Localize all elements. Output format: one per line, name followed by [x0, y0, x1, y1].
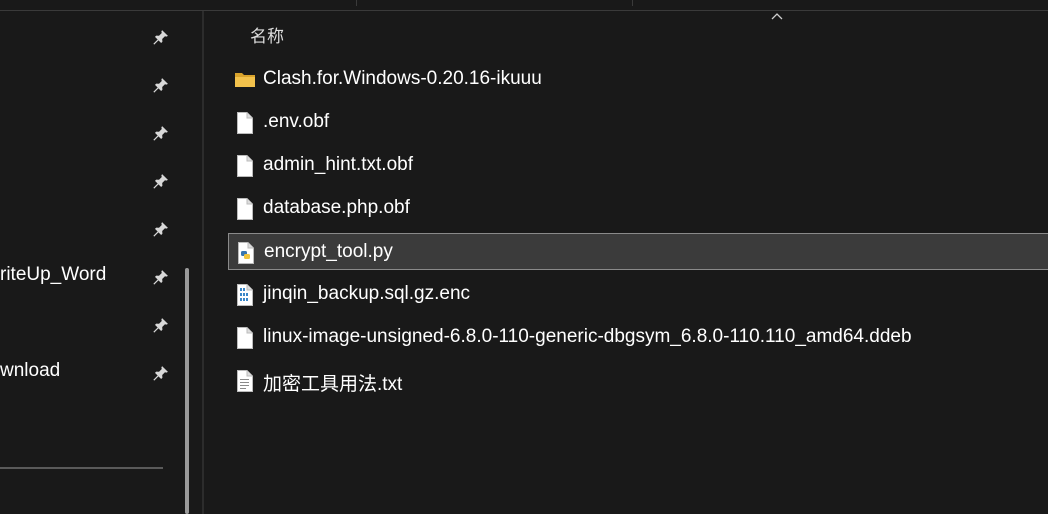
list-item[interactable]: .env.obf [228, 104, 1048, 141]
list-item[interactable]: jinqin_backup.sql.gz.enc [228, 276, 1048, 313]
file-name: jinqin_backup.sql.gz.enc [263, 283, 471, 304]
nav-item-download[interactable]: wnload [0, 352, 182, 392]
file-name: admin_hint.txt.obf [263, 154, 413, 175]
list-item-selected[interactable]: encrypt_tool.py [228, 233, 1048, 270]
nav-item-quick-access[interactable] [0, 16, 182, 56]
pin-icon[interactable] [152, 77, 169, 94]
nav-item-label: riteUp_Word [0, 264, 107, 285]
file-name: 加密工具用法.txt [263, 374, 403, 395]
file-icon [237, 112, 253, 134]
column-header-name[interactable]: 名称 [250, 22, 284, 47]
pin-icon[interactable] [152, 173, 169, 190]
list-item[interactable]: Clash.for.Windows-0.20.16-ikuuu [228, 61, 1048, 98]
nav-item-label: wnload [0, 360, 61, 381]
navigation-pane: riteUp_Word wnload [0, 11, 182, 514]
file-name: encrypt_tool.py [264, 241, 393, 262]
column-divider [632, 0, 633, 6]
pin-icon[interactable] [152, 221, 169, 238]
nav-scrollbar[interactable] [185, 268, 189, 514]
sort-ascending-icon[interactable] [770, 11, 784, 21]
pin-icon[interactable] [152, 125, 169, 142]
nav-divider [0, 467, 163, 469]
list-item[interactable]: database.php.obf [228, 190, 1048, 227]
nav-item-quick-access[interactable] [0, 304, 182, 344]
nav-item-quick-access[interactable] [0, 208, 182, 248]
file-name: .env.obf [263, 111, 330, 132]
title-bar-edge [0, 0, 1048, 11]
nav-item-quick-access[interactable] [0, 112, 182, 152]
pin-icon[interactable] [152, 269, 169, 286]
list-item[interactable]: 加密工具用法.txt [228, 362, 1048, 399]
text-file-icon [237, 370, 253, 392]
pin-icon[interactable] [152, 29, 169, 46]
nav-item-writeup-word[interactable]: riteUp_Word [0, 256, 182, 296]
pane-splitter[interactable] [202, 11, 204, 514]
folder-icon [235, 73, 255, 87]
file-icon [237, 155, 253, 177]
file-icon [237, 327, 253, 349]
python-file-icon [238, 242, 254, 264]
file-name: database.php.obf [263, 197, 410, 218]
pin-icon[interactable] [152, 365, 169, 382]
list-item[interactable]: linux-image-unsigned-6.8.0-110-generic-d… [228, 319, 1048, 356]
file-name: Clash.for.Windows-0.20.16-ikuuu [263, 68, 542, 89]
nav-item-quick-access[interactable] [0, 64, 182, 104]
binary-file-icon [237, 284, 253, 306]
list-item[interactable]: admin_hint.txt.obf [228, 147, 1048, 184]
file-icon [237, 198, 253, 220]
nav-item-quick-access[interactable] [0, 160, 182, 200]
column-divider [356, 0, 357, 6]
file-name: linux-image-unsigned-6.8.0-110-generic-d… [263, 326, 912, 347]
pin-icon[interactable] [152, 317, 169, 334]
